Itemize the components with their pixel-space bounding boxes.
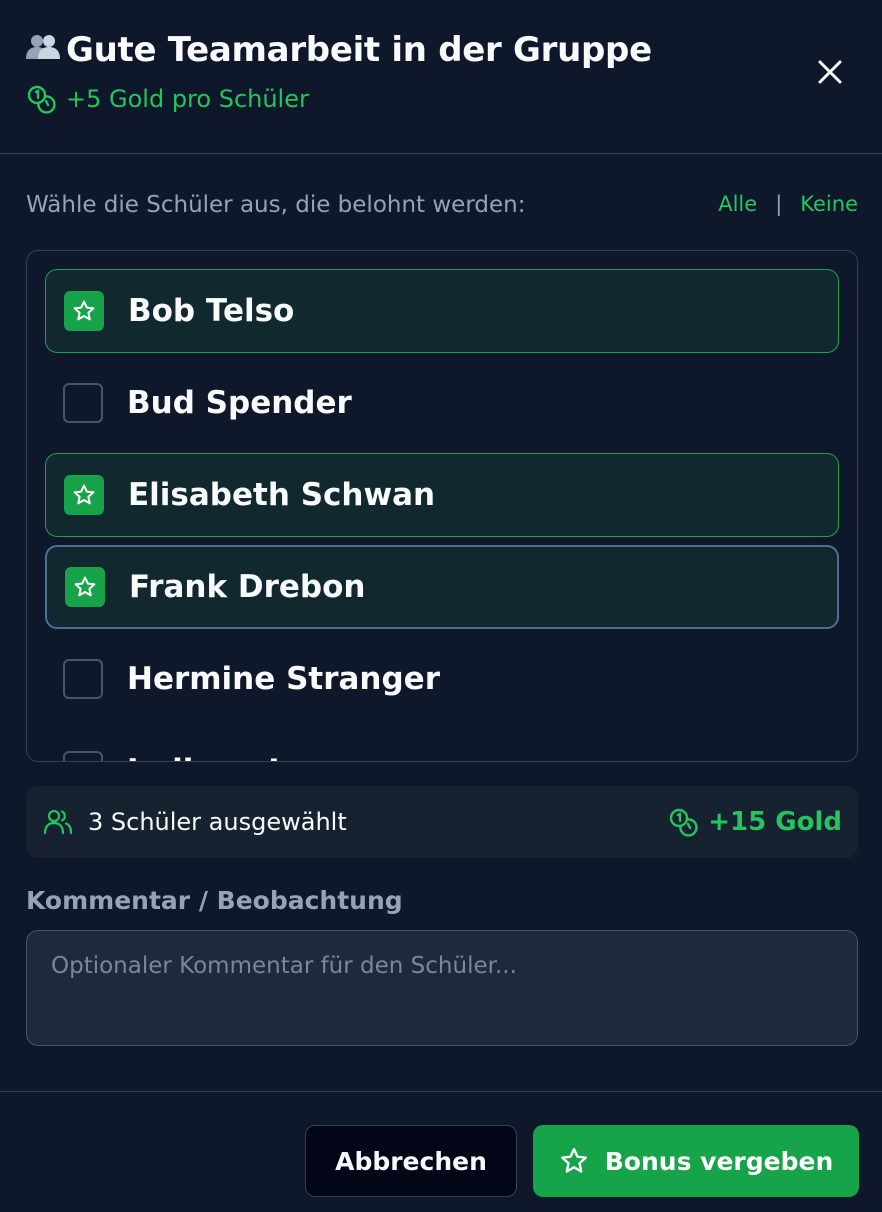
coins-icon	[27, 85, 56, 114]
student-list[interactable]: Bob Telso Bud Spender Elisabeth Schwan F…	[26, 250, 858, 762]
coins-icon	[670, 808, 698, 837]
star-icon	[73, 300, 95, 321]
submit-bonus-button[interactable]: Bonus vergeben	[533, 1125, 859, 1197]
total-gold-text: +15 Gold	[708, 807, 842, 837]
selected-count: 3 Schüler ausgewählt	[88, 808, 347, 836]
select-none-link[interactable]: Keine	[800, 192, 858, 216]
student-item[interactable]: Bud Spender	[45, 361, 839, 445]
dialog-header: Gute Teamarbeit in der Gruppe +5 Gold pr…	[0, 0, 882, 154]
student-item[interactable]: Indiana Jones	[45, 729, 839, 761]
student-item[interactable]: Frank Drebon	[45, 545, 839, 629]
people-icon	[26, 32, 66, 69]
student-name: Indiana Jones	[127, 753, 363, 761]
student-item[interactable]: Bob Telso	[45, 269, 839, 353]
selection-summary: 3 Schüler ausgewählt +15 Gold	[26, 786, 858, 858]
star-icon	[74, 576, 96, 597]
close-button[interactable]	[810, 52, 850, 92]
select-all-link[interactable]: Alle	[718, 192, 757, 216]
reward-text: +5 Gold pro Schüler	[66, 85, 309, 113]
dialog-title: Gute Teamarbeit in der Gruppe	[66, 30, 652, 70]
student-name: Frank Drebon	[129, 569, 366, 605]
link-separator: |	[775, 192, 783, 216]
submit-label: Bonus vergeben	[604, 1146, 834, 1176]
reward-per-student: +5 Gold pro Schüler	[26, 84, 309, 114]
student-name: Bob Telso	[128, 293, 295, 329]
student-name: Bud Spender	[127, 385, 352, 421]
student-name: Hermine Stranger	[127, 661, 440, 697]
student-checkbox[interactable]	[64, 475, 104, 515]
star-icon	[73, 484, 95, 505]
student-item[interactable]: Hermine Stranger	[45, 637, 839, 721]
star-icon	[560, 1147, 587, 1173]
footer-divider	[0, 1091, 882, 1092]
total-gold: +15 Gold	[668, 807, 842, 837]
comment-input[interactable]	[26, 930, 858, 1046]
comment-label: Kommentar / Beobachtung	[26, 886, 403, 915]
student-checkbox[interactable]	[65, 567, 105, 607]
cancel-button[interactable]: Abbrechen	[305, 1125, 517, 1197]
selection-instruction: Wähle die Schüler aus, die belohnt werde…	[26, 192, 526, 218]
student-checkbox[interactable]	[63, 383, 103, 423]
close-icon	[818, 60, 842, 84]
selection-links: Alle | Keine	[718, 192, 858, 216]
student-item[interactable]: Elisabeth Schwan	[45, 453, 839, 537]
student-name: Elisabeth Schwan	[128, 477, 436, 513]
student-checkbox[interactable]	[63, 659, 103, 699]
users-icon	[43, 809, 73, 835]
student-checkbox[interactable]	[63, 751, 103, 761]
title-row: Gute Teamarbeit in der Gruppe	[26, 30, 652, 70]
student-checkbox[interactable]	[64, 291, 104, 331]
